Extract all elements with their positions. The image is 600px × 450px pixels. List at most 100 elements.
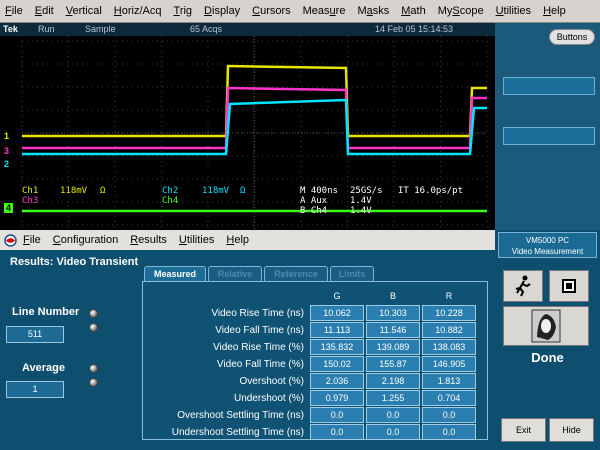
menu-item-utilities[interactable]: Utilities [496, 5, 531, 17]
buttons-toggle-button[interactable]: Buttons [549, 29, 595, 45]
value-cell-g: 0.0 [310, 424, 364, 440]
value-cell-g: 0.979 [310, 390, 364, 406]
menu-item-measure[interactable]: Measure [303, 5, 346, 17]
exit-button[interactable]: Exit [501, 418, 546, 442]
trigger-b-level: 1.4V [350, 206, 372, 216]
hide-button[interactable]: Hide [549, 418, 594, 442]
value-cell-r: 10.882 [422, 322, 476, 338]
row-label: Overshoot (%) [239, 375, 304, 387]
line-number-radio[interactable] [89, 309, 98, 318]
row-label: Video Rise Time (%) [213, 341, 304, 353]
vm5000-app: File Configuration Results Utilities Help Re… [0, 230, 495, 450]
table-row: Undershoot (%) 0.979 1.255 0.704 [148, 390, 476, 406]
trigger-b: B Ch4 [300, 206, 328, 216]
menu-item-myscope[interactable]: MyScope [438, 5, 484, 17]
menu-item-edit[interactable]: Edit [35, 5, 54, 17]
vm-title-line1: VM5000 PC [525, 236, 570, 245]
menu-item-masks[interactable]: Masks [357, 5, 389, 17]
row-label: Video Fall Time (%) [216, 358, 304, 370]
row-label: Video Rise Time (ns) [211, 307, 304, 319]
channel-marker-1[interactable]: 1 [4, 131, 9, 141]
ch3-trace [22, 86, 487, 150]
table-row: Video Rise Time (%) 135.832 139.089 138.083 [148, 339, 476, 355]
value-cell-r: 0.0 [422, 407, 476, 423]
menu-item-math[interactable]: Math [401, 5, 425, 17]
ch2-scale: 118mV [202, 186, 230, 196]
line-number-radio-2[interactable] [89, 323, 98, 332]
interp-time: IT 16.0ps/pt [398, 186, 464, 196]
side-control-2[interactable] [503, 127, 595, 145]
ch3-label: Ch3 [22, 196, 39, 206]
results-table: G B R Video Rise Time (ns) 10.062 10.303 10… [146, 287, 478, 441]
menu-item-horiz-acq[interactable]: Horiz/Acq [114, 5, 162, 17]
line-number-label: Line Number [12, 306, 80, 318]
date-time: 14 Feb 05 15:14:53 [375, 24, 454, 34]
trigger-a: A Aux [300, 196, 328, 206]
column-header-b: B [389, 291, 396, 301]
app-menu-results[interactable]: Results [130, 234, 167, 246]
value-cell-b: 1.255 [366, 390, 420, 406]
stop-icon [562, 279, 576, 293]
stop-button[interactable] [549, 270, 589, 302]
tab-measured[interactable]: Measured [144, 266, 206, 281]
value-cell-r: 10.228 [422, 305, 476, 321]
column-header-r: R [445, 291, 453, 301]
acq-count: 65 Acqs [190, 24, 223, 34]
menubar: File Edit Vertical Horiz/Acq Trig Display Curs… [0, 0, 600, 23]
table-header-row: G B R [148, 288, 476, 304]
app-menubar: File Configuration Results Utilities Help [0, 230, 495, 250]
app-menu-utilities[interactable]: Utilities [179, 234, 214, 246]
value-cell-g: 150.02 [310, 356, 364, 372]
trigger-a-level: 1.4V [350, 196, 372, 206]
vm-title-line2: Video Measurement [511, 247, 584, 256]
value-cell-b: 0.0 [366, 424, 420, 440]
value-cell-r: 0.704 [422, 390, 476, 406]
side-control-1[interactable] [503, 77, 595, 95]
sample-rate: 25GS/s [350, 186, 383, 196]
menu-item-help[interactable]: Help [543, 5, 566, 17]
value-cell-g: 10.062 [310, 305, 364, 321]
table-row: Overshoot (%) 2.036 2.198 1.813 [148, 373, 476, 389]
value-cell-b: 10.303 [366, 305, 420, 321]
channel-marker-2[interactable]: 2 [4, 159, 9, 169]
app-menu-help[interactable]: Help [226, 234, 249, 246]
average-radio-2[interactable] [89, 378, 98, 387]
line-number-field[interactable]: 511 [6, 326, 64, 343]
value-cell-g: 2.036 [310, 373, 364, 389]
value-cell-b: 139.089 [366, 339, 420, 355]
ch1-scale: 118mV [60, 186, 88, 196]
average-field[interactable]: 1 [6, 381, 64, 398]
table-row: Overshoot Settling Time (ns) 0.0 0.0 0.0 [148, 407, 476, 423]
average-radio[interactable] [89, 364, 98, 373]
menu-item-vertical[interactable]: Vertical [66, 5, 102, 17]
app-menu-file[interactable]: File [23, 234, 41, 246]
ch4-label: Ch4 [162, 196, 179, 206]
value-cell-b: 2.198 [366, 373, 420, 389]
average-label: Average [22, 362, 66, 374]
column-header-g: G [333, 291, 341, 301]
run-state: Run [38, 24, 55, 34]
tab-reference[interactable]: Reference [264, 266, 328, 281]
menu-item-file[interactable]: File [5, 5, 23, 17]
value-cell-r: 0.0 [422, 424, 476, 440]
table-row: Undershoot Settling Time (ns) 0.0 0.0 0.0 [148, 424, 476, 440]
value-cell-b: 155.87 [366, 356, 420, 372]
run-button[interactable] [503, 270, 543, 302]
menu-item-cursors[interactable]: Cursors [252, 5, 291, 17]
tab-limits[interactable]: Limits [330, 266, 374, 281]
runner-icon [515, 275, 531, 297]
menu-item-trig[interactable]: Trig [174, 5, 193, 17]
table-row: Video Fall Time (ns) 11.113 11.546 10.882 [148, 322, 476, 338]
channel-marker-3[interactable]: 3 [4, 146, 9, 156]
status-text: Done [531, 350, 564, 365]
app-menu-configuration[interactable]: Configuration [53, 234, 118, 246]
capture-button[interactable] [503, 306, 589, 346]
row-label: Overshoot Settling Time (ns) [177, 409, 304, 421]
tab-relative[interactable]: Relative [208, 266, 262, 281]
menu-item-display[interactable]: Display [204, 5, 240, 17]
value-cell-r: 1.813 [422, 373, 476, 389]
vm-title: VM5000 PC Video Measurement [498, 232, 597, 258]
ch2-ohm: Ω [240, 186, 246, 196]
value-cell-b: 0.0 [366, 407, 420, 423]
table-row: Video Rise Time (ns) 10.062 10.303 10.228 [148, 305, 476, 321]
